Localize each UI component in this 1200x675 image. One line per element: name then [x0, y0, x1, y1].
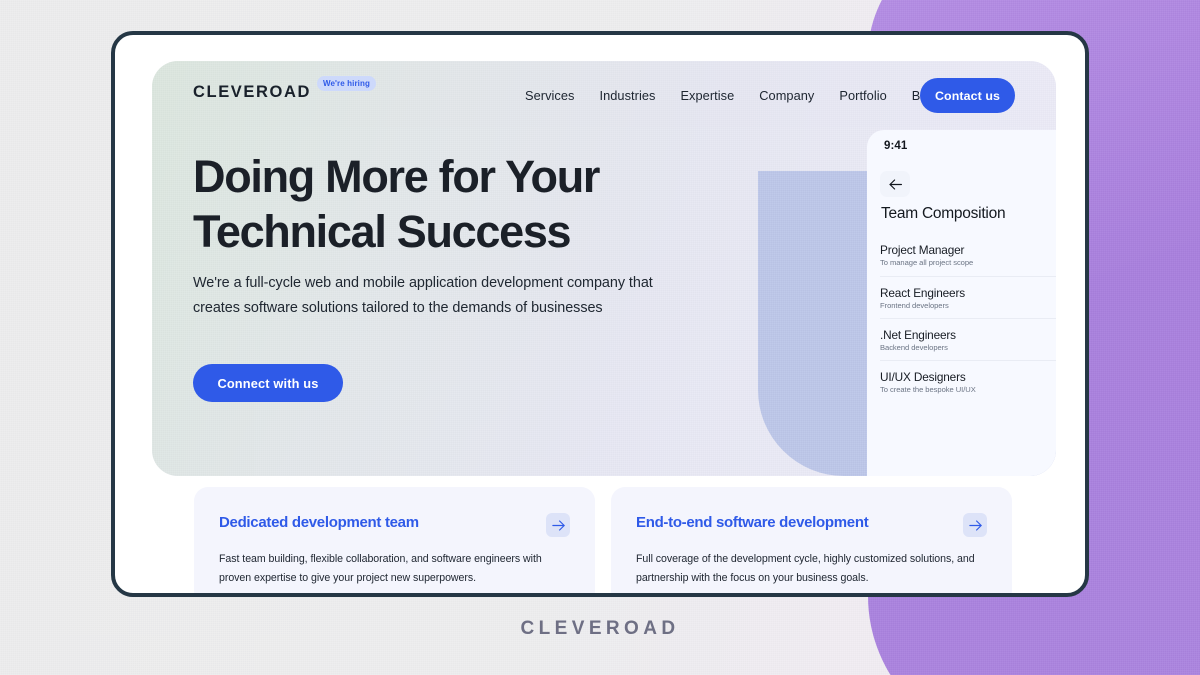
nav-link-expertise[interactable]: Expertise — [680, 88, 734, 103]
brand-wordmark: CLEVEROAD — [193, 83, 311, 101]
nav-link-services[interactable]: Services — [525, 88, 574, 103]
role-name: Project Manager — [880, 243, 965, 257]
role-row: React Engineers Frontend developers 2 — [880, 276, 1056, 318]
role-row: .Net Engineers Backend developers 2 — [880, 318, 1056, 360]
feature-card-body: Full coverage of the development cycle, … — [636, 553, 975, 584]
role-description: To create the bespoke UI/UX — [880, 384, 976, 394]
device-frame: CLEVEROAD We're hiring Services Industri… — [111, 31, 1089, 597]
phone-status-bar: 9:41 — [867, 130, 1056, 162]
nav-link-portfolio[interactable]: Portfolio — [839, 88, 886, 103]
feature-card[interactable]: Dedicated development team Fast team bui… — [194, 487, 595, 593]
nav-links: Services Industries Expertise Company Po… — [525, 88, 938, 103]
hero-section: CLEVEROAD We're hiring Services Industri… — [152, 61, 1056, 476]
role-description: To manage all project scope — [880, 258, 974, 267]
role-name: .Net Engineers — [880, 327, 956, 342]
connect-with-us-button[interactable]: Connect with us — [193, 364, 343, 402]
feature-card-header: Dedicated development team — [219, 513, 570, 537]
role-row: Project Manager To manage all project sc… — [880, 234, 1056, 276]
phone-mockup: 9:41 Team Composition Project Manager To… — [867, 130, 1056, 476]
role-description: Frontend developers — [880, 300, 949, 310]
footer-wordmark: CLEVEROAD — [520, 618, 680, 639]
role-description: Backend developers — [880, 342, 948, 352]
nav-link-company[interactable]: Company — [759, 88, 814, 103]
role-text: .Net Engineers Backend developers — [880, 328, 956, 352]
status-clock: 9:41 — [884, 140, 908, 152]
nav-link-industries[interactable]: Industries — [599, 88, 655, 103]
brand-lockup[interactable]: CLEVEROAD We're hiring — [193, 76, 376, 102]
feature-card-body: Fast team building, flexible collaborati… — [219, 553, 542, 584]
role-text: React Engineers Frontend developers — [880, 286, 965, 310]
role-name: React Engineers — [880, 285, 965, 300]
arrow-right-icon[interactable] — [963, 513, 987, 537]
phone-screen-title: Team Composition — [881, 205, 1006, 222]
role-text: Project Manager To manage all project sc… — [880, 243, 973, 267]
contact-us-button[interactable]: Contact us — [920, 78, 1015, 113]
feature-card[interactable]: End-to-end software development Full cov… — [611, 487, 1012, 593]
role-row: UI/UX Designers To create the bespoke UI… — [880, 360, 1056, 402]
feature-card-title: End-to-end software development — [636, 514, 869, 531]
hiring-badge[interactable]: We're hiring — [317, 76, 376, 91]
arrow-left-icon[interactable] — [880, 171, 910, 197]
role-text: UI/UX Designers To create the bespoke UI… — [880, 370, 976, 394]
hero-headline: Doing More for Your Technical Success — [193, 151, 600, 257]
top-navigation: CLEVEROAD We're hiring Services Industri… — [152, 61, 1056, 133]
feature-card-title: Dedicated development team — [219, 514, 419, 531]
role-name: UI/UX Designers — [880, 369, 966, 384]
hero-subcopy: We're a full-cycle web and mobile applic… — [193, 275, 653, 316]
arrow-right-icon[interactable] — [546, 513, 570, 537]
role-list: Project Manager To manage all project sc… — [867, 234, 1056, 402]
feature-card-header: End-to-end software development — [636, 513, 987, 537]
